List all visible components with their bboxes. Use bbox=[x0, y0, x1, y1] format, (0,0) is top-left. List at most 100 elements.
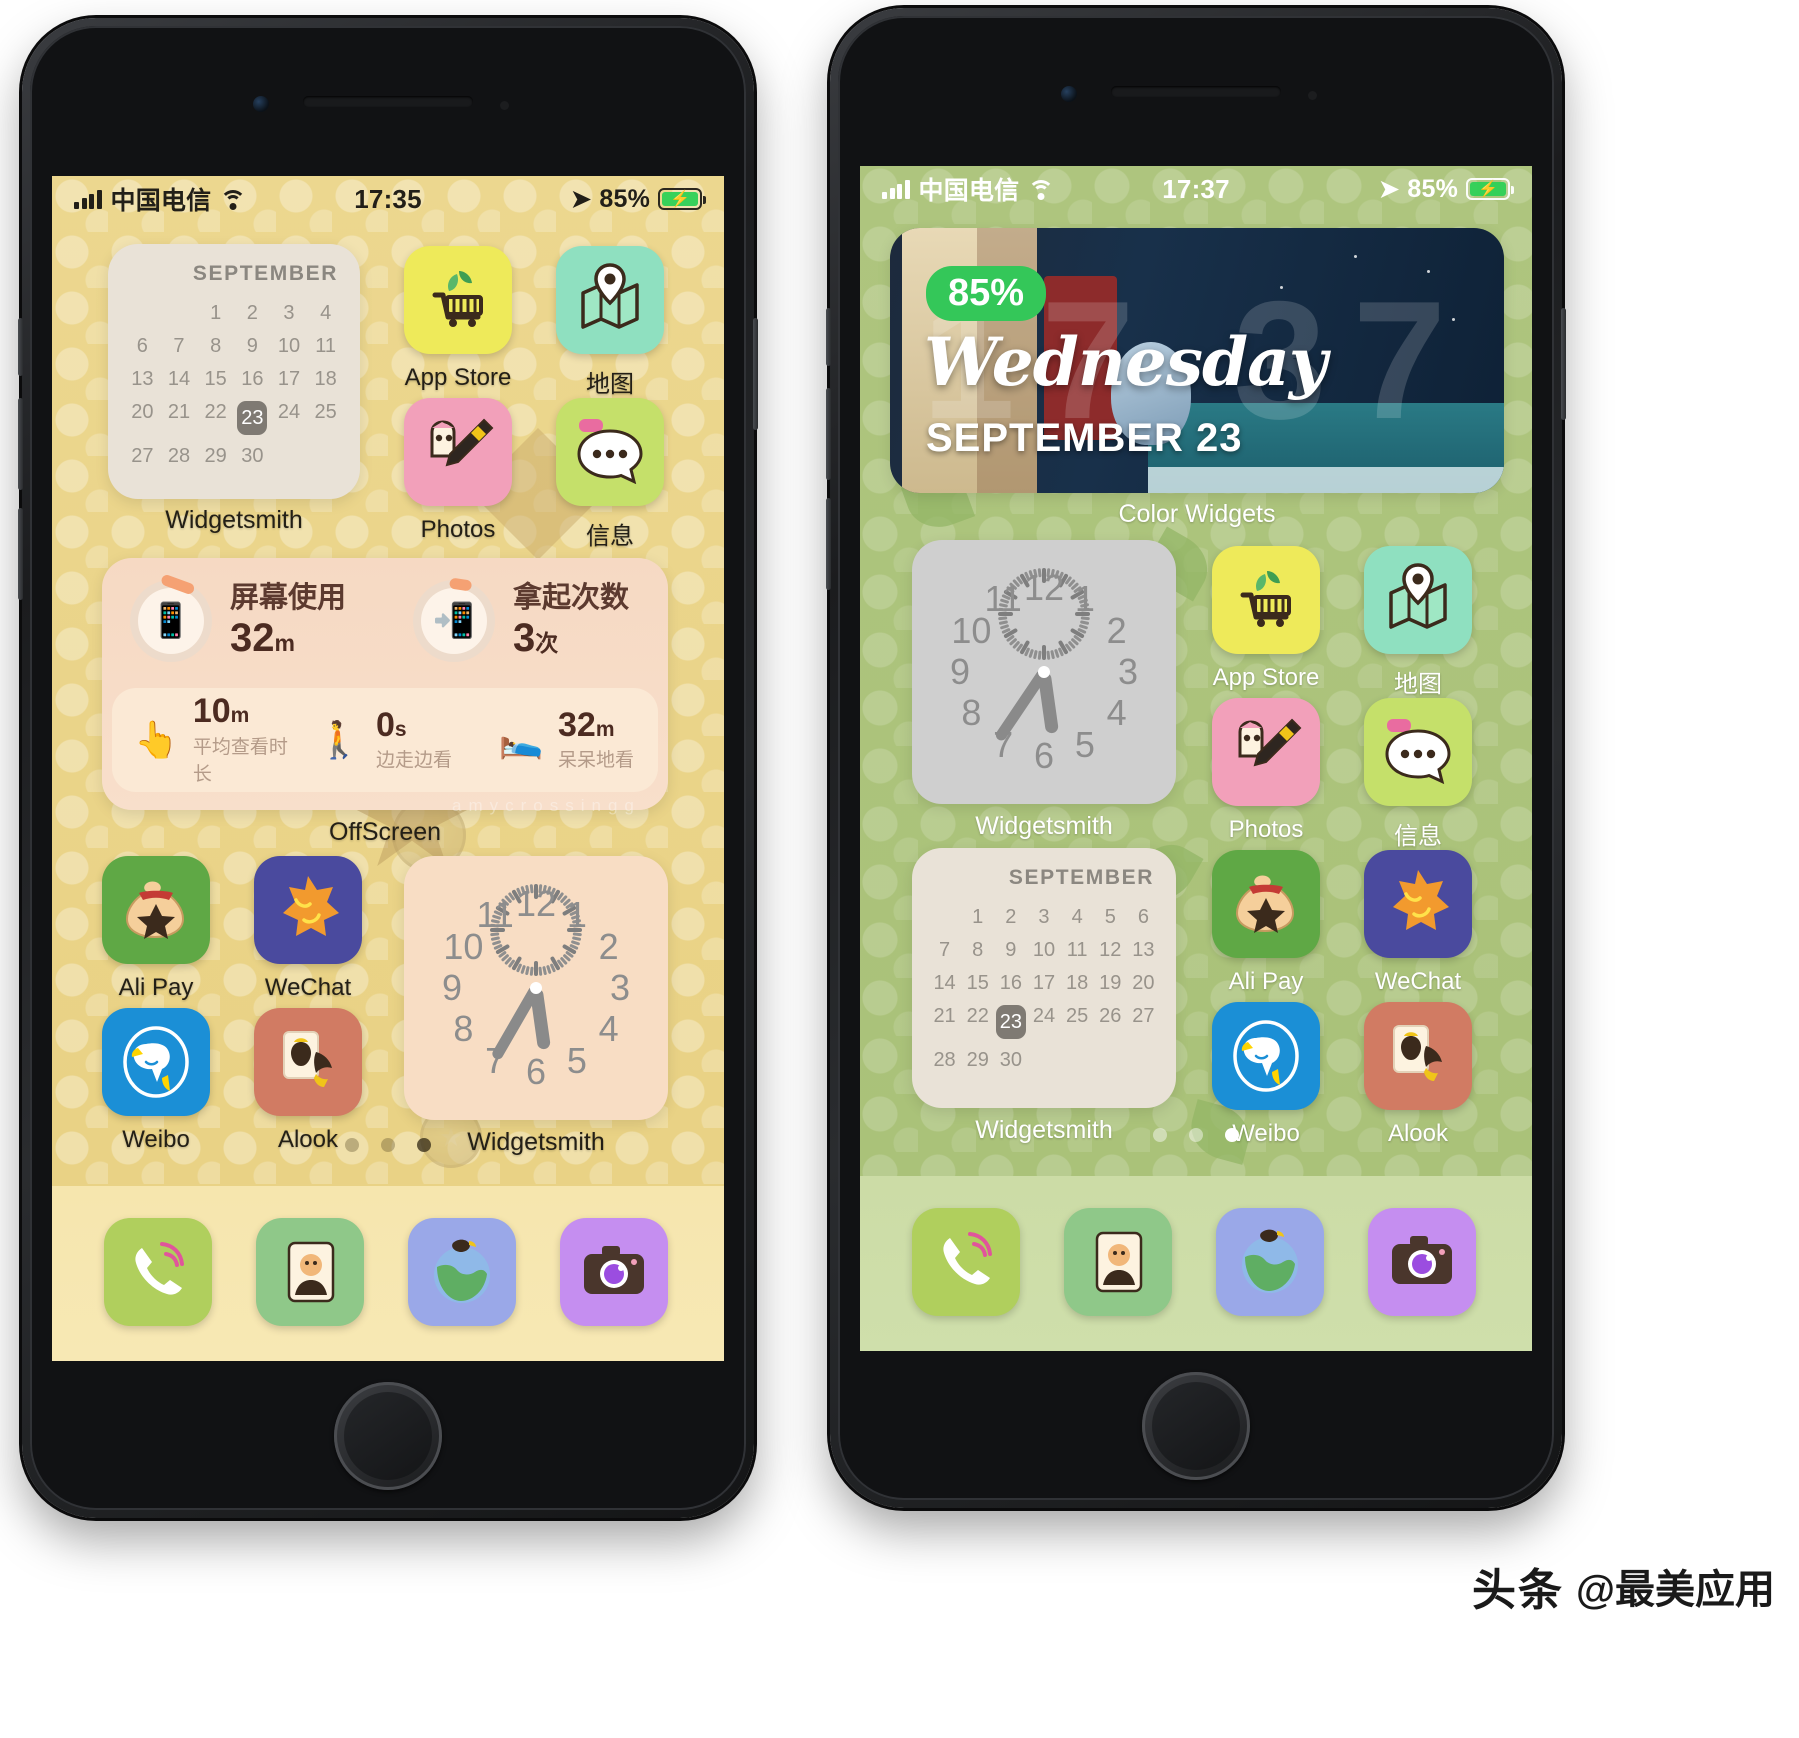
offscreen-stat-walking: 🚶 0s 边走边看 bbox=[294, 705, 476, 773]
color-widget-weekday: Wednesday bbox=[924, 323, 1327, 401]
app-weibo-right[interactable]: Weibo bbox=[1212, 1002, 1320, 1148]
widget-calendar-left[interactable]: SEPTEMBER 1234 6 7 8 9 10 11 13 14 15 16 17 18 20 2… bbox=[108, 244, 360, 499]
widget-offscreen[interactable]: 📱 屏幕使用 32m 📲 拿起次数 3次 👆 10m 平均查看时长 🚶 0s 边… bbox=[102, 558, 668, 810]
contacts-book-icon bbox=[256, 1218, 364, 1326]
app-wechat-left[interactable]: WeChat bbox=[254, 856, 362, 1002]
offscreen-top-stats: 📱 屏幕使用 32m 📲 拿起次数 3次 bbox=[102, 558, 668, 684]
stat-sub: 边走边看 bbox=[376, 750, 453, 772]
battery-charging-icon: ⚡ bbox=[658, 188, 706, 210]
app-app-store-right[interactable]: App Store bbox=[1212, 546, 1320, 692]
page-dot-active[interactable] bbox=[417, 1138, 431, 1152]
app-alook-right[interactable]: Alook bbox=[1364, 1002, 1472, 1148]
offscreen-bottom-stats: 👆 10m 平均查看时长 🚶 0s 边走边看 🛌 32m 呆呆地看 bbox=[112, 688, 658, 792]
widget-calendar-right[interactable]: SEPTEMBER 12345 6 7 8 9 10 11 12 13 14 15 16 17 18 1… bbox=[912, 848, 1176, 1108]
page-dot[interactable] bbox=[1189, 1128, 1203, 1142]
clock-pivot bbox=[530, 982, 542, 994]
page-dots-right[interactable] bbox=[860, 1128, 1532, 1142]
dock-right bbox=[860, 1176, 1532, 1351]
walking-phone-icon: 🚶 bbox=[316, 719, 362, 760]
dock-app-safari-left[interactable] bbox=[408, 1218, 516, 1326]
iphone-right: 中国电信 17:37 ➤ 85% ⚡ 17 37 85% Wednesday S… bbox=[826, 8, 1566, 1508]
app-messages-right[interactable]: 信息 bbox=[1364, 698, 1472, 851]
app-messages-left[interactable]: 信息 bbox=[556, 398, 664, 551]
appstore-cart-icon bbox=[1212, 546, 1320, 654]
calendar-today: 23 bbox=[995, 1005, 1026, 1039]
screenshot-stage: 中国电信 17:35 ➤ 85% ⚡ SEPTEMBER 1234 678910… bbox=[0, 0, 1799, 1738]
dock-app-phone-left[interactable] bbox=[104, 1218, 212, 1326]
alook-card-icon bbox=[1364, 1002, 1472, 1110]
page-dot[interactable] bbox=[1153, 1128, 1167, 1142]
dock-left bbox=[52, 1186, 724, 1361]
dock-app-contacts-left[interactable] bbox=[256, 1218, 364, 1326]
battery-percent-left: 85% bbox=[599, 184, 650, 213]
widget-clock-right[interactable]: 12 1 2 3 4 5 6 7 8 9 10 11 bbox=[912, 540, 1176, 804]
clock-pivot bbox=[1038, 666, 1050, 678]
page-dots-left[interactable] bbox=[52, 1138, 724, 1152]
calendar-month-label: SEPTEMBER bbox=[1008, 866, 1154, 889]
mute-switch-left[interactable] bbox=[18, 318, 23, 376]
alipay-moneybag-icon bbox=[102, 856, 210, 964]
carrier-label: 中国电信 bbox=[110, 187, 212, 215]
dock-app-contacts-right[interactable] bbox=[1064, 1208, 1172, 1316]
stat-value: 32 bbox=[558, 705, 596, 744]
volume-down-button-right[interactable] bbox=[826, 498, 831, 590]
stat-sub: 呆呆地看 bbox=[558, 750, 635, 772]
clock-minute-hand bbox=[993, 668, 1049, 743]
screen-right: 中国电信 17:37 ➤ 85% ⚡ 17 37 85% Wednesday S… bbox=[860, 166, 1532, 1351]
stat-unit: m bbox=[595, 717, 615, 741]
safari-globe-icon bbox=[1216, 1208, 1324, 1316]
dock-app-camera-right[interactable] bbox=[1368, 1208, 1476, 1316]
stat-value: 0 bbox=[376, 705, 395, 744]
app-maps-right[interactable]: 地图 bbox=[1364, 546, 1472, 699]
app-wechat-right[interactable]: WeChat bbox=[1364, 850, 1472, 996]
messages-bubble-icon bbox=[556, 398, 664, 506]
app-label: Ali Pay bbox=[1228, 968, 1304, 995]
volume-down-button-left[interactable] bbox=[18, 508, 23, 600]
page-dot-active[interactable] bbox=[1225, 1128, 1239, 1142]
stat-value: 10 bbox=[192, 692, 231, 731]
screen-left: 中国电信 17:35 ➤ 85% ⚡ SEPTEMBER 1234 678910… bbox=[52, 176, 724, 1361]
dock-app-camera-left[interactable] bbox=[560, 1218, 668, 1326]
dock-app-phone-right[interactable] bbox=[912, 1208, 1020, 1316]
stat-sub: 平均查看时长 bbox=[192, 736, 288, 785]
home-button-left[interactable] bbox=[334, 1382, 442, 1490]
app-label: Ali Pay bbox=[118, 974, 194, 1001]
app-label: App Store bbox=[1212, 664, 1320, 691]
phone-clock-icon: 📱 bbox=[130, 573, 212, 662]
front-camera-right bbox=[1061, 86, 1077, 102]
app-alook-left[interactable]: Alook bbox=[254, 1008, 362, 1154]
wechat-star-icon bbox=[1364, 850, 1472, 958]
dock-app-safari-right[interactable] bbox=[1216, 1208, 1324, 1316]
widget-clock-left[interactable]: 12 1 2 3 4 5 6 7 8 9 10 11 bbox=[404, 856, 668, 1120]
clock-face-left: 12 1 2 3 4 5 6 7 8 9 10 11 bbox=[441, 882, 631, 1092]
app-photos-right[interactable]: Photos bbox=[1212, 698, 1320, 844]
power-button-right[interactable] bbox=[1561, 308, 1566, 420]
maps-pin-icon bbox=[556, 246, 664, 354]
volume-up-button-right[interactable] bbox=[826, 388, 831, 480]
stat-unit: m bbox=[230, 704, 250, 728]
widget-label-offscreen: OffScreen bbox=[328, 818, 442, 846]
app-weibo-left[interactable]: Weibo bbox=[102, 1008, 210, 1154]
app-alipay-right[interactable]: Ali Pay bbox=[1212, 850, 1320, 996]
widget-label-widgetsmith: Widgetsmith bbox=[165, 506, 303, 534]
watermark-logo: 头条 bbox=[1471, 1566, 1564, 1615]
alipay-moneybag-icon bbox=[1212, 850, 1320, 958]
mute-switch-right[interactable] bbox=[826, 308, 831, 366]
home-button-right[interactable] bbox=[1142, 1372, 1250, 1480]
app-maps-left[interactable]: 地图 bbox=[556, 246, 664, 399]
page-dot[interactable] bbox=[345, 1138, 359, 1152]
app-photos-left[interactable]: Photos bbox=[404, 398, 512, 544]
battery-percent-right: 85% bbox=[1407, 174, 1458, 203]
weibo-bird-icon bbox=[1212, 1002, 1320, 1110]
photos-pencil-icon bbox=[404, 398, 512, 506]
power-button-left[interactable] bbox=[753, 318, 758, 430]
volume-up-button-left[interactable] bbox=[18, 398, 23, 490]
safari-globe-icon bbox=[408, 1218, 516, 1326]
app-app-store-left[interactable]: App Store bbox=[404, 246, 512, 392]
page-dot[interactable] bbox=[381, 1138, 395, 1152]
battery-charging-icon: ⚡ bbox=[1466, 178, 1514, 200]
widget-color-widgets[interactable]: 17 37 85% Wednesday SEPTEMBER 23 bbox=[890, 228, 1504, 493]
weibo-bird-icon bbox=[102, 1008, 210, 1116]
maps-pin-icon bbox=[1364, 546, 1472, 654]
app-alipay-left[interactable]: Ali Pay bbox=[102, 856, 210, 1002]
